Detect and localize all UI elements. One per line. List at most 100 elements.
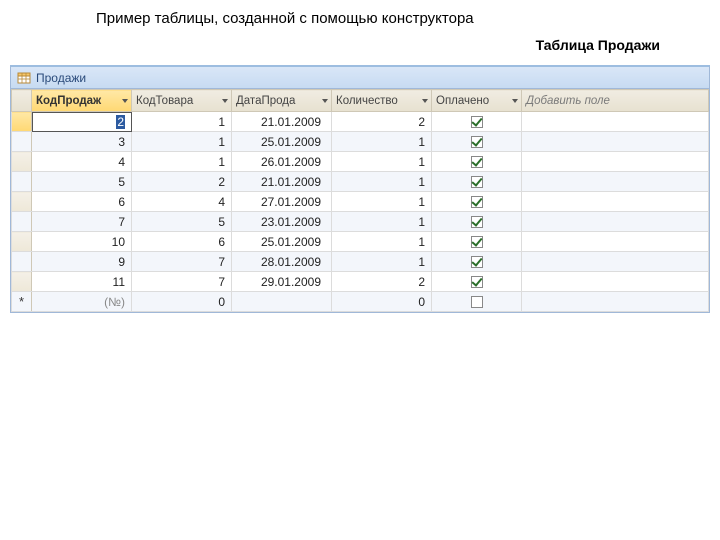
row-selector[interactable] [12,112,32,132]
row-selector[interactable] [12,192,32,212]
cell-qty[interactable]: 1 [332,232,432,252]
dropdown-icon[interactable] [422,99,428,103]
col-header-qty[interactable]: Количество [332,90,432,112]
cell-tovar[interactable]: 6 [132,232,232,252]
cell-qty[interactable]: 2 [332,112,432,132]
cell-date[interactable]: 29.01.2009 [232,272,332,292]
cell-date[interactable]: 23.01.2009 [232,212,332,232]
checkbox-icon[interactable] [471,156,483,168]
cell-date[interactable]: 21.01.2009 [232,172,332,192]
cell-paid[interactable] [432,132,522,152]
cell-id[interactable]: 2 [32,112,132,132]
dropdown-icon[interactable] [322,99,328,103]
tab-label[interactable]: Продажи [36,71,86,85]
checkbox-icon[interactable] [471,196,483,208]
cell-tovar[interactable]: 1 [132,152,232,172]
checkbox-icon[interactable] [471,296,483,308]
cell-paid[interactable] [432,152,522,172]
row-selector[interactable] [12,212,32,232]
col-header-qty-label: Количество [336,95,398,107]
cell-addfield [522,172,709,192]
cell-paid[interactable] [432,192,522,212]
cell-id[interactable]: 11 [32,272,132,292]
cell-addfield [522,132,709,152]
page-subtitle: Таблица Продажи [0,31,720,65]
cell-tovar[interactable]: 7 [132,272,232,292]
cell-paid[interactable] [432,212,522,232]
cell-tovar[interactable]: 5 [132,212,232,232]
cell-qty[interactable]: 0 [332,292,432,312]
cell-date[interactable] [232,292,332,312]
table-row[interactable]: 6427.01.20091 [12,192,709,212]
cell-date[interactable]: 26.01.2009 [232,152,332,172]
checkbox-icon[interactable] [471,216,483,228]
checkbox-icon[interactable] [471,136,483,148]
dropdown-icon[interactable] [222,99,228,103]
table-row[interactable]: 7523.01.20091 [12,212,709,232]
row-selector[interactable] [12,132,32,152]
cell-id[interactable]: 3 [32,132,132,152]
cell-id-hint[interactable]: (№) [32,292,132,312]
row-selector[interactable] [12,252,32,272]
row-selector[interactable] [12,232,32,252]
cell-tovar[interactable]: 7 [132,252,232,272]
checkbox-icon[interactable] [471,176,483,188]
cell-addfield [522,152,709,172]
table-row[interactable]: 10625.01.20091 [12,232,709,252]
cell-qty[interactable]: 1 [332,212,432,232]
checkbox-icon[interactable] [471,256,483,268]
table-row[interactable]: 11729.01.20092 [12,272,709,292]
cell-tovar[interactable]: 0 [132,292,232,312]
cell-paid[interactable] [432,112,522,132]
cell-paid[interactable] [432,232,522,252]
cell-addfield [522,252,709,272]
cell-tovar[interactable]: 1 [132,132,232,152]
cell-qty[interactable]: 2 [332,272,432,292]
dropdown-icon[interactable] [122,99,128,103]
col-header-id[interactable]: КодПродаж [32,90,132,112]
select-all-corner[interactable] [12,90,32,112]
cell-paid[interactable] [432,272,522,292]
cell-tovar[interactable]: 2 [132,172,232,192]
cell-id[interactable]: 10 [32,232,132,252]
table-row[interactable]: 2121.01.20092 [12,112,709,132]
cell-paid[interactable] [432,172,522,192]
row-selector[interactable] [12,272,32,292]
checkbox-icon[interactable] [471,276,483,288]
row-selector[interactable] [12,152,32,172]
cell-date[interactable]: 27.01.2009 [232,192,332,212]
row-selector-new[interactable]: * [12,292,32,312]
checkbox-icon[interactable] [471,236,483,248]
col-header-tovar[interactable]: КодТовара [132,90,232,112]
table-row[interactable]: 5221.01.20091 [12,172,709,192]
dropdown-icon[interactable] [512,99,518,103]
col-header-date[interactable]: ДатаПрода [232,90,332,112]
new-row[interactable]: *(№)00 [12,292,709,312]
row-selector[interactable] [12,172,32,192]
table-row[interactable]: 3125.01.20091 [12,132,709,152]
cell-tovar[interactable]: 4 [132,192,232,212]
col-header-paid[interactable]: Оплачено [432,90,522,112]
cell-qty[interactable]: 1 [332,172,432,192]
cell-id[interactable]: 7 [32,212,132,232]
cell-date[interactable]: 21.01.2009 [232,112,332,132]
table-row[interactable]: 4126.01.20091 [12,152,709,172]
cell-qty[interactable]: 1 [332,132,432,152]
cell-paid[interactable] [432,292,522,312]
cell-id[interactable]: 6 [32,192,132,212]
table-row[interactable]: 9728.01.20091 [12,252,709,272]
cell-paid[interactable] [432,252,522,272]
cell-qty[interactable]: 1 [332,152,432,172]
cell-qty[interactable]: 1 [332,252,432,272]
cell-date[interactable]: 25.01.2009 [232,232,332,252]
checkbox-icon[interactable] [471,116,483,128]
cell-date[interactable]: 25.01.2009 [232,132,332,152]
cell-id[interactable]: 9 [32,252,132,272]
col-header-tovar-label: КодТовара [136,95,193,107]
cell-id[interactable]: 5 [32,172,132,192]
cell-id[interactable]: 4 [32,152,132,172]
cell-qty[interactable]: 1 [332,192,432,212]
cell-tovar[interactable]: 1 [132,112,232,132]
col-header-add-field[interactable]: Добавить поле [522,90,709,112]
cell-date[interactable]: 28.01.2009 [232,252,332,272]
